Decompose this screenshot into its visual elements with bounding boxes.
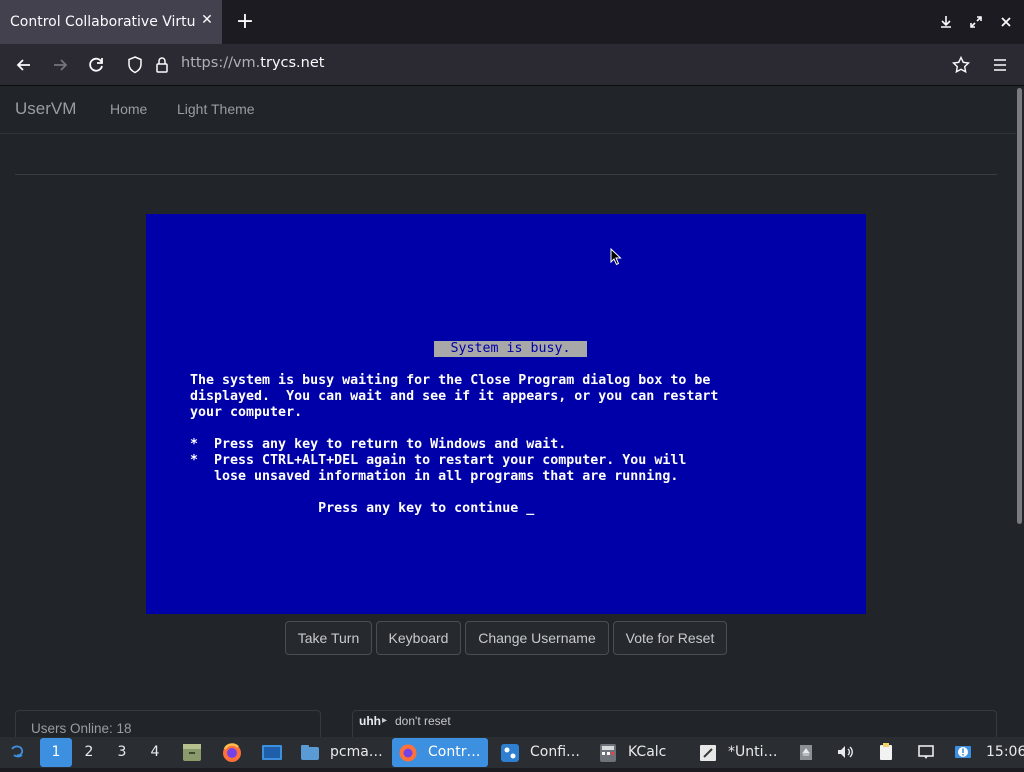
chat-username: uhh xyxy=(359,714,381,728)
settings-icon xyxy=(501,744,519,762)
task-kcalc[interactable]: KCalc xyxy=(592,738,682,767)
firefox-launcher-icon[interactable] xyxy=(220,737,244,768)
close-window-icon[interactable] xyxy=(996,12,1016,32)
url-domain: trycs.net xyxy=(260,55,325,71)
browser-window: Control Collaborative Virtual ✕ + https:… xyxy=(0,0,1024,740)
task-label: KCalc xyxy=(628,744,667,760)
dos-title: System is busy. xyxy=(434,341,587,357)
folder-icon xyxy=(301,745,319,760)
task-firefox[interactable]: Contr… xyxy=(392,738,488,767)
clipboard-icon[interactable] xyxy=(876,742,896,762)
minimize-icon[interactable] xyxy=(936,12,956,32)
clock: 15:06 xyxy=(986,744,1024,760)
navigation-toolbar: https://vm.trycs.net xyxy=(0,44,1024,86)
take-turn-button[interactable]: Take Turn xyxy=(285,621,372,655)
lock-icon[interactable] xyxy=(149,52,175,78)
task-label: pcma… xyxy=(330,744,383,760)
task-editor[interactable]: *Unti… xyxy=(692,738,784,767)
task-label: *Unti… xyxy=(728,744,778,760)
dos-line: * Press any key to return to Windows and… xyxy=(190,437,567,452)
desktop-launcher-icon[interactable] xyxy=(260,737,284,768)
dos-line: The system is busy waiting for the Close… xyxy=(190,373,711,388)
vm-display[interactable]: System is busy. The system is busy waiti… xyxy=(146,214,866,614)
mouse-cursor-icon xyxy=(610,248,622,266)
workspace-1[interactable]: 1 xyxy=(40,738,72,767)
workspace-4[interactable]: 4 xyxy=(139,738,171,767)
url-bar[interactable]: https://vm.trycs.net xyxy=(181,55,681,75)
url-prefix: https://vm. xyxy=(181,55,261,71)
update-alert-icon[interactable] xyxy=(953,742,973,762)
web-page: UserVM Home Light Theme System is busy. … xyxy=(0,86,1016,740)
chat-message: don't reset xyxy=(395,714,451,728)
menu-icon[interactable] xyxy=(987,52,1013,78)
vote-reset-button[interactable]: Vote for Reset xyxy=(613,621,727,655)
nav-link-light-theme[interactable]: Light Theme xyxy=(177,101,255,117)
site-brand[interactable]: UserVM xyxy=(15,99,76,119)
dos-line: lose unsaved information in all programs… xyxy=(190,469,679,484)
firefox-icon xyxy=(399,744,417,762)
browser-tab[interactable]: Control Collaborative Virtual ✕ xyxy=(0,0,222,44)
dos-line: your computer. xyxy=(190,405,303,420)
task-pcma[interactable]: pcma… xyxy=(294,738,388,767)
taskbar: 1 2 3 4 pcma… Contr… Confi… KCalc *Unti…… xyxy=(0,737,1024,768)
back-icon[interactable] xyxy=(11,52,37,78)
restore-icon[interactable] xyxy=(966,12,986,32)
eject-icon[interactable] xyxy=(796,742,816,762)
task-label: Contr… xyxy=(428,744,481,760)
divider xyxy=(15,174,997,175)
tab-strip: Control Collaborative Virtual ✕ + xyxy=(0,0,1024,44)
chat-arrow-icon: ▸ xyxy=(382,715,388,726)
keyboard-button[interactable]: Keyboard xyxy=(376,621,461,655)
forward-icon[interactable] xyxy=(47,52,73,78)
workspace-2[interactable]: 2 xyxy=(73,738,105,767)
task-config[interactable]: Confi… xyxy=(494,738,586,767)
dos-line: Press any key to continue _ xyxy=(190,501,535,516)
file-manager-launcher-icon[interactable] xyxy=(181,737,203,768)
site-navbar: UserVM Home Light Theme xyxy=(0,86,1016,134)
page-scrollbar[interactable] xyxy=(1016,86,1024,740)
app-launcher-icon[interactable] xyxy=(6,737,30,768)
tab-title: Control Collaborative Virtual xyxy=(10,14,196,30)
notification-icon[interactable] xyxy=(916,742,936,762)
text-editor-icon xyxy=(700,745,716,761)
volume-icon[interactable] xyxy=(835,742,855,762)
nav-link-home[interactable]: Home xyxy=(110,101,147,117)
shield-icon[interactable] xyxy=(122,52,148,78)
workspace-3[interactable]: 3 xyxy=(106,738,138,767)
users-online-label: Users Online: 18 xyxy=(31,721,132,736)
users-panel: Users Online: 18 xyxy=(15,710,321,740)
dos-line: * Press CTRL+ALT+DEL again to restart yo… xyxy=(190,453,687,468)
bookmark-star-icon[interactable] xyxy=(948,52,974,78)
reload-icon[interactable] xyxy=(83,52,109,78)
close-tab-icon[interactable]: ✕ xyxy=(199,12,215,32)
task-label: Confi… xyxy=(530,744,581,760)
scrollbar-thumb[interactable] xyxy=(1017,88,1022,524)
new-tab-button[interactable]: + xyxy=(234,10,256,34)
calculator-icon xyxy=(600,744,616,762)
change-username-button[interactable]: Change Username xyxy=(465,621,609,655)
dos-line: displayed. You can wait and see if it ap… xyxy=(190,389,719,404)
chat-panel: uhh ▸ don't reset xyxy=(352,710,997,740)
